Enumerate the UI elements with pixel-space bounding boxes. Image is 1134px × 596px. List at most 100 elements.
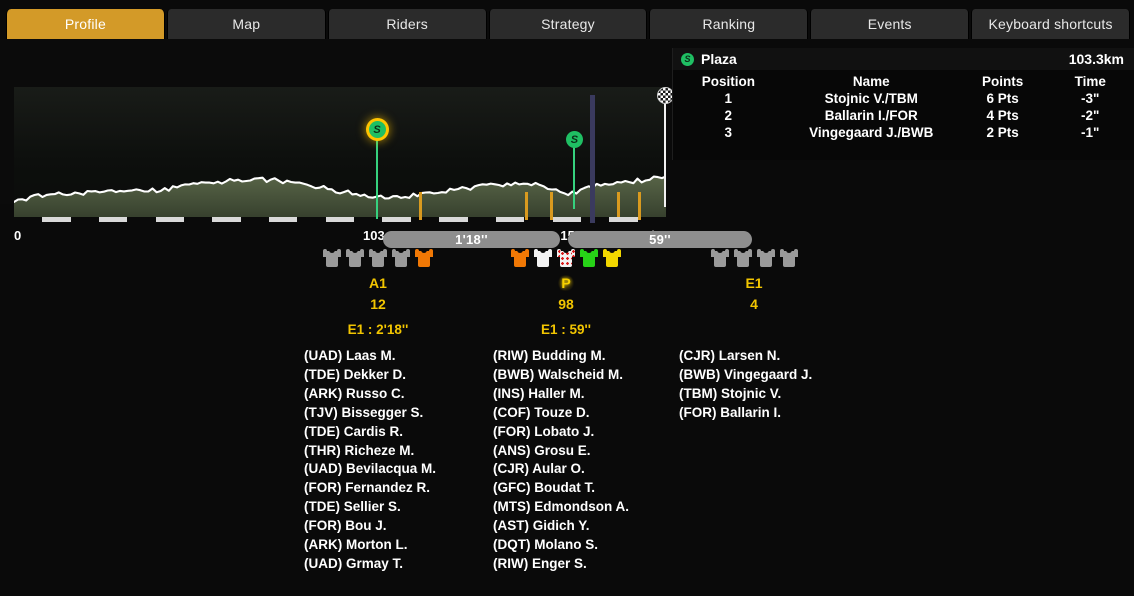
tab-keyboard-shortcuts[interactable]: Keyboard shortcuts (971, 9, 1131, 39)
sprint-standings-panel: S Plaza 103.3km Position Name Points Time 1… (672, 48, 1134, 160)
cell-points: 2 Pts (986, 125, 1019, 140)
sprint-badge-icon: S (681, 52, 694, 66)
tab-bar: Profile Map Riders Strategy Ranking Events Key… (0, 0, 1134, 39)
group-rider-count: 98 (558, 296, 574, 312)
tab-map[interactable]: Map (166, 9, 326, 39)
list-item[interactable]: (BWB) Walscheid M. (493, 366, 629, 385)
tab-riders[interactable]: Riders (327, 9, 487, 39)
list-item[interactable]: (FOR) Ballarin I. (679, 404, 812, 423)
tab-strategy[interactable]: Strategy (488, 9, 648, 39)
standings-table: Position Name Points Time 1 Stojnic V./TBM 6 … (673, 70, 1134, 141)
list-item[interactable]: (TJV) Bissegger S. (304, 404, 436, 423)
list-item[interactable]: (DQT) Molano S. (493, 536, 629, 555)
list-item[interactable]: (MTS) Edmondson A. (493, 498, 629, 517)
cell-time: -1" (1080, 125, 1100, 140)
list-item[interactable]: (FOR) Bou J. (304, 517, 436, 536)
group-jerseys (710, 248, 798, 267)
sprint-location-name: Plaza (701, 51, 737, 67)
jersey-grey-icon (369, 248, 387, 267)
list-item[interactable]: (RIW) Enger S. (493, 555, 629, 574)
group-label[interactable]: A1 (356, 275, 400, 291)
list-item[interactable]: (UAD) Laas M. (304, 347, 436, 366)
list-item[interactable]: (COF) Touze D. (493, 404, 629, 423)
group-rider-count: 4 (750, 296, 758, 312)
cell-name: Stojnic V./TBM (824, 91, 918, 106)
jersey-polka-icon (557, 248, 575, 267)
scale-segment (638, 217, 666, 222)
column-header-points: Points (981, 74, 1024, 89)
jersey-yellow-icon (603, 248, 621, 267)
table-row[interactable]: 1 Stojnic V./TBM 6 Pts -3" (673, 90, 1134, 107)
scale-segment (212, 217, 241, 222)
cell-position: 3 (724, 125, 733, 140)
list-item[interactable]: (TBM) Stojnic V. (679, 385, 812, 404)
list-item[interactable]: (CJR) Larsen N. (679, 347, 812, 366)
list-item[interactable]: (UAD) Bevilacqua M. (304, 460, 436, 479)
elevation-profile-plot[interactable]: SS (14, 87, 674, 223)
tab-ranking[interactable]: Ranking (649, 9, 809, 39)
list-item[interactable]: (RIW) Budding M. (493, 347, 629, 366)
km-marker (549, 192, 553, 220)
group-gap-to-next: E1 : 59'' (541, 322, 591, 337)
sprint-marker-stem (573, 147, 576, 209)
sprint-marker-icon[interactable]: S (565, 131, 583, 148)
list-item[interactable]: (ANS) Grosu E. (493, 442, 629, 461)
list-item[interactable]: (INS) Haller M. (493, 385, 629, 404)
scale-segment (552, 217, 581, 222)
cell-name: Vingegaard J./BWB (809, 125, 934, 140)
finish-marker-stem (664, 99, 666, 207)
distance-scale-bar (14, 217, 666, 222)
jersey-grey-icon (779, 248, 798, 267)
list-item[interactable]: (AST) Gidich Y. (493, 517, 629, 536)
list-item[interactable]: (TDE) Sellier S. (304, 498, 436, 517)
scale-segment (609, 217, 638, 222)
scale-segment (382, 217, 411, 222)
list-item[interactable]: (BWB) Vingegaard J. (679, 366, 812, 385)
current-position-indicator (589, 95, 595, 223)
km-marker (525, 192, 529, 220)
list-item[interactable]: (FOR) Fernandez R. (304, 479, 436, 498)
tab-events[interactable]: Events (810, 9, 970, 39)
list-item[interactable]: (FOR) Lobato J. (493, 423, 629, 442)
km-marker (419, 192, 423, 220)
rider-list-column: (RIW) Budding M. (BWB) Walscheid M. (INS) … (493, 347, 629, 574)
table-row[interactable]: 2 Ballarin I./FOR 4 Pts -2" (673, 107, 1134, 124)
sprint-distance: 103.3km (1068, 51, 1124, 67)
jersey-grey-icon (710, 248, 729, 267)
list-item[interactable]: (CJR) Aular O. (493, 460, 629, 479)
list-item[interactable]: (UAD) Grmay T. (304, 555, 436, 574)
list-item[interactable]: (ARK) Morton L. (304, 536, 436, 555)
group-label[interactable]: P (544, 272, 588, 294)
rider-list-column: (UAD) Laas M. (TDE) Dekker D. (ARK) Russo … (304, 347, 436, 574)
km-marker (637, 192, 641, 220)
scale-segment (495, 217, 525, 222)
column-header-name: Name (852, 74, 890, 89)
list-item[interactable]: (TDE) Dekker D. (304, 366, 436, 385)
tab-profile[interactable]: Profile (6, 9, 165, 39)
scale-segment (524, 217, 552, 222)
scale-segment (127, 217, 155, 222)
cell-time: -2" (1080, 108, 1100, 123)
group-label[interactable]: E1 (732, 275, 776, 291)
list-item[interactable]: (THR) Richeze M. (304, 442, 436, 461)
km-marker (616, 192, 620, 220)
cell-position: 1 (724, 91, 733, 106)
sprint-marker-icon[interactable]: S (368, 121, 386, 138)
scale-segment (14, 217, 42, 222)
list-item[interactable]: (TDE) Cardis R. (304, 423, 436, 442)
scale-segment (439, 217, 468, 222)
scale-segment (468, 217, 496, 222)
rider-lists-panel: (UAD) Laas M. (TDE) Dekker D. (ARK) Russo … (0, 347, 1134, 587)
time-gap-bar: 59'' (568, 231, 752, 248)
table-row[interactable]: 3 Vingegaard J./BWB 2 Pts -1" (673, 124, 1134, 141)
scale-segment (241, 217, 269, 222)
column-header-time: Time (1074, 74, 1106, 89)
finish-flag-icon[interactable] (656, 87, 674, 104)
cell-points: 4 Pts (986, 108, 1019, 123)
jersey-grey-icon (323, 248, 341, 267)
jersey-orange-icon (415, 248, 433, 267)
list-item[interactable]: (ARK) Russo C. (304, 385, 436, 404)
list-item[interactable]: (GFC) Boudat T. (493, 479, 629, 498)
sprint-marker-stem (376, 137, 378, 219)
time-gap-bar: 1'18'' (383, 231, 560, 248)
